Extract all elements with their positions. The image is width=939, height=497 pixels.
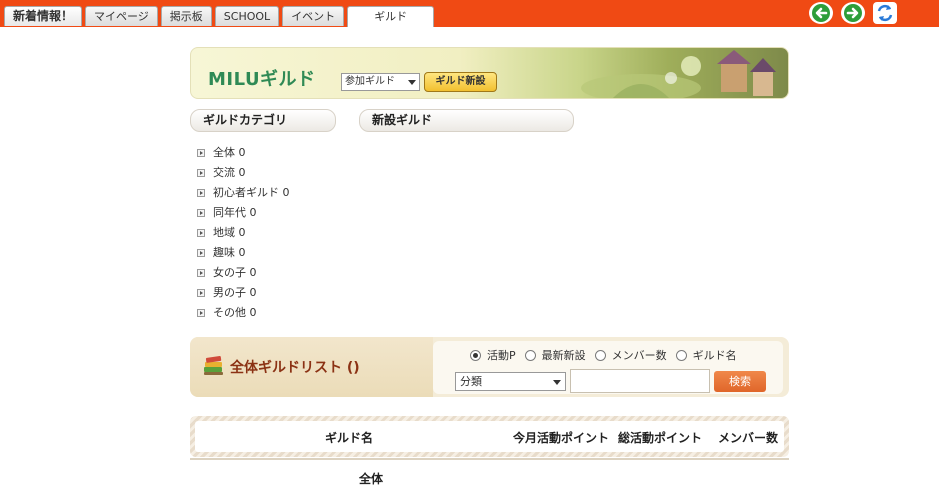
- category-item-same-age[interactable]: 同年代 0: [197, 203, 290, 223]
- new-guild-header: 新設ギルド: [359, 109, 574, 132]
- guild-list-title-area: 全体ギルドリスト (): [190, 337, 433, 397]
- category-item-boys[interactable]: 男の子 0: [197, 283, 290, 303]
- column-member-count: メンバー数: [718, 431, 779, 445]
- refresh-icon[interactable]: [873, 2, 897, 24]
- tab-school[interactable]: SCHOOL: [214, 6, 280, 26]
- guild-table-header: ギルド名 今月活動ポイント 総活動ポイント メンバー数: [190, 416, 789, 457]
- table-divider: [190, 458, 789, 460]
- column-guild-name: ギルド名: [325, 431, 374, 445]
- sort-radio-newest[interactable]: 最新新設: [524, 347, 586, 363]
- bullet-arrow-icon: [197, 289, 205, 297]
- guild-group-label: 全体: [359, 472, 384, 486]
- tab-news[interactable]: 新着情報！: [4, 6, 83, 26]
- forward-arrow-icon[interactable]: [841, 2, 865, 24]
- category-item-beginner[interactable]: 初心者ギルド 0: [197, 183, 290, 203]
- category-label[interactable]: 地域 0: [213, 224, 246, 242]
- classification-select[interactable]: 分類: [455, 372, 566, 391]
- bullet-arrow-icon: [197, 169, 205, 177]
- guild-page-title: MILUギルド: [208, 69, 316, 90]
- bullet-arrow-icon: [197, 269, 205, 277]
- tab-event[interactable]: イベント: [282, 6, 345, 26]
- fantasy-town-illustration: [581, 50, 776, 98]
- category-item-girls[interactable]: 女の子 0: [197, 263, 290, 283]
- column-monthly-points: 今月活動ポイント: [513, 431, 610, 445]
- category-label[interactable]: 同年代 0: [213, 204, 257, 222]
- radio-selected-icon[interactable]: [470, 349, 481, 361]
- guild-table-header-inner: ギルド名 今月活動ポイント 総活動ポイント メンバー数: [195, 421, 784, 452]
- create-guild-button[interactable]: ギルド新設: [424, 72, 497, 92]
- sort-radio-label: 活動P: [487, 349, 516, 362]
- back-arrow-icon[interactable]: [809, 2, 833, 24]
- category-label[interactable]: 男の子 0: [213, 284, 257, 302]
- joined-guild-select-value: 参加ギルド: [345, 76, 395, 87]
- category-item-other[interactable]: その他 0: [197, 303, 290, 323]
- bullet-arrow-icon: [197, 229, 205, 237]
- sort-radio-name[interactable]: ギルド名: [675, 347, 737, 363]
- tab-board[interactable]: 掲示板: [160, 6, 212, 26]
- category-label[interactable]: その他 0: [213, 304, 257, 322]
- category-item-hobby[interactable]: 趣味 0: [197, 243, 290, 263]
- sort-radio-label: メンバー数: [611, 349, 667, 362]
- category-label[interactable]: 初心者ギルド 0: [213, 184, 290, 202]
- tab-mypage[interactable]: マイページ: [85, 6, 158, 26]
- radio-icon[interactable]: [594, 349, 606, 361]
- sort-radio-group: 活動P 最新新設 メンバー数 ギルド名: [470, 347, 746, 363]
- bullet-arrow-icon: [197, 209, 205, 217]
- top-tabs: 新着情報！ マイページ 掲示板 SCHOOL イベント ギルド: [4, 6, 435, 27]
- top-nav-bar: 新着情報！ マイページ 掲示板 SCHOOL イベント ギルド: [0, 0, 939, 27]
- radio-icon[interactable]: [675, 349, 687, 361]
- category-list: 全体 0 交流 0 初心者ギルド 0 同年代 0 地域 0 趣味 0 女の子 0…: [197, 143, 290, 323]
- bullet-arrow-icon: [197, 189, 205, 197]
- sort-radio-activity[interactable]: 活動P: [470, 347, 516, 363]
- guild-list-panel: 全体ギルドリスト () 活動P 最新新設 メンバー数 ギルド名 分類 検索: [190, 337, 789, 397]
- books-icon: [204, 356, 223, 375]
- guild-search-input[interactable]: [570, 369, 710, 393]
- category-label[interactable]: 女の子 0: [213, 264, 257, 282]
- tab-guild[interactable]: ギルド: [347, 6, 435, 27]
- category-item-all[interactable]: 全体 0: [197, 143, 290, 163]
- bullet-arrow-icon: [197, 249, 205, 257]
- category-label[interactable]: 全体 0: [213, 144, 246, 162]
- joined-guild-select[interactable]: 参加ギルド: [341, 73, 420, 91]
- category-label[interactable]: 趣味 0: [213, 244, 246, 262]
- category-label[interactable]: 交流 0: [213, 164, 246, 182]
- search-button[interactable]: 検索: [714, 371, 766, 392]
- classification-select-value: 分類: [460, 375, 482, 388]
- guild-banner: MILUギルド 参加ギルド ギルド新設: [190, 47, 789, 99]
- chevron-down-icon: [408, 80, 416, 85]
- chevron-down-icon: [553, 380, 561, 385]
- radio-icon[interactable]: [524, 349, 536, 361]
- guild-list-title: 全体ギルドリスト (): [230, 360, 360, 376]
- category-item-region[interactable]: 地域 0: [197, 223, 290, 243]
- column-total-points: 総活動ポイント: [618, 431, 703, 445]
- sort-radio-label: 最新新設: [541, 349, 586, 362]
- sort-radio-members[interactable]: メンバー数: [594, 347, 667, 363]
- sort-radio-label: ギルド名: [692, 349, 737, 362]
- guild-category-header: ギルドカテゴリ: [190, 109, 336, 132]
- bullet-arrow-icon: [197, 309, 205, 317]
- bullet-arrow-icon: [197, 149, 205, 157]
- category-item-social[interactable]: 交流 0: [197, 163, 290, 183]
